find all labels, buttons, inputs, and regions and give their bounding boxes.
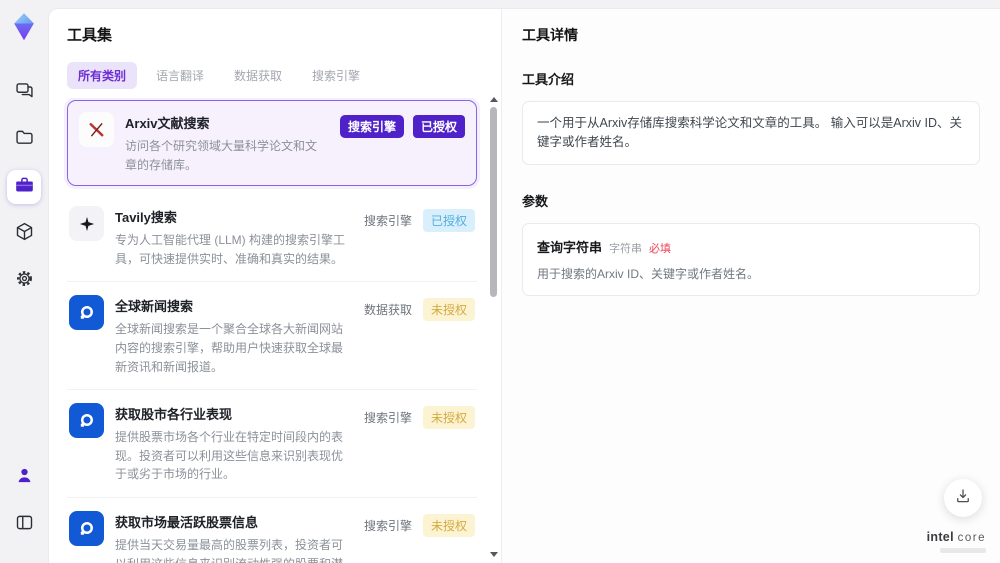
page-title: 工具集: [67, 27, 113, 44]
main-surface: 工具集 所有类别 语言翻译 数据获取 搜索引擎 Arxiv文献搜索 访问各个研究…: [48, 8, 1000, 563]
detail-title: 工具详情: [522, 27, 578, 43]
tavily-star-icon: [69, 206, 104, 242]
scroll-up-arrow[interactable]: [490, 97, 498, 102]
param-description: 用于搜索的Arxiv ID、关键字或作者姓名。: [537, 266, 760, 281]
scroll-down-arrow[interactable]: [490, 552, 498, 557]
brand-core: core: [957, 532, 986, 544]
parameter-item: 查询字符串 字符串 必填 用于搜索的Arxiv ID、关键字或作者姓名。: [522, 222, 980, 296]
intel-core-logo: intel core: [927, 528, 986, 553]
tool-detail-panel: 工具详情 工具介绍 一个用于从Arxiv存储库搜索科学论文和文章的工具。 输入可…: [502, 9, 1000, 563]
scrollbar-thumb[interactable]: [490, 107, 497, 297]
tool-name: Arxiv文献搜索: [125, 116, 210, 131]
active-stocks-icon: [69, 510, 104, 546]
category-tabs: 所有类别 语言翻译 数据获取 搜索引擎: [67, 62, 483, 89]
status-badge: 已授权: [422, 209, 475, 233]
gear-icon: [14, 268, 35, 294]
params-heading: 参数: [522, 193, 549, 209]
tab-language-translation[interactable]: 语言翻译: [145, 62, 215, 89]
app-window: 工具集 所有类别 语言翻译 数据获取 搜索引擎 Arxiv文献搜索 访问各个研究…: [0, 0, 1000, 563]
tab-all-categories[interactable]: 所有类别: [67, 62, 138, 89]
global-news-icon: [69, 295, 104, 331]
tool-description: 专为人工智能代理 (LLM) 构建的搜索引擎工具，可快速提供实时、准确和真实的结…: [115, 233, 346, 266]
status-badge: 未授权: [422, 406, 475, 430]
toolbox-icon: [14, 174, 35, 200]
nav-files[interactable]: [7, 123, 41, 157]
tool-card-global-news[interactable]: 全球新闻搜索 全球新闻搜索是一个聚合全球各大新闻网站内容的搜索引擎，帮助用户快速…: [67, 282, 477, 391]
tool-name: 获取市场最活跃股票信息: [115, 514, 259, 530]
app-logo-icon: [9, 12, 39, 42]
status-badge: 未授权: [422, 298, 475, 322]
nav-toolbox[interactable]: [7, 170, 41, 204]
category-badge: 搜索引擎: [363, 518, 412, 533]
status-badge: 已授权: [412, 115, 465, 138]
stock-sector-icon: [69, 403, 104, 439]
user-icon: [14, 465, 35, 491]
cube-icon: [14, 221, 35, 247]
nav-user[interactable]: [7, 461, 41, 495]
download-button[interactable]: [944, 479, 982, 517]
tool-description: 全球新闻搜索是一个聚合全球各大新闻网站内容的搜索引擎，帮助用户快速获取全球最新资…: [115, 322, 344, 374]
list-scrollbar[interactable]: [489, 97, 498, 557]
tool-description: 提供股票市场各个行业在特定时间段内的表现。投资者可以利用这些信息来识别表现优于或…: [115, 430, 344, 482]
tab-data-acquisition[interactable]: 数据获取: [223, 62, 293, 89]
category-badge: 搜索引擎: [363, 214, 412, 229]
tool-card-stock-sector[interactable]: 获取股市各行业表现 提供股票市场各个行业在特定时间段内的表现。投资者可以利用这些…: [67, 390, 477, 498]
panel-toggle-icon: [14, 512, 35, 538]
tool-card-tavily[interactable]: Tavily搜索 专为人工智能代理 (LLM) 构建的搜索引擎工具，可快速提供实…: [67, 193, 477, 283]
intro-heading: 工具介绍: [522, 72, 575, 87]
tool-card-active-stocks[interactable]: 获取市场最活跃股票信息 提供当天交易量最高的股票列表，投资者可以利用这些信息来识…: [67, 498, 477, 563]
tool-card-arxiv[interactable]: Arxiv文献搜索 访问各个研究领域大量科学论文和文章的存储库。 搜索引擎 已授…: [67, 100, 477, 187]
tool-description: 访问各个研究领域大量科学论文和文章的存储库。: [125, 139, 318, 172]
param-required-label: 必填: [649, 242, 672, 255]
download-icon: [954, 487, 972, 510]
tool-name: Tavily搜索: [115, 210, 177, 226]
chat-icon: [14, 80, 35, 106]
brand-sub-bar: [940, 548, 986, 553]
param-type: 字符串: [609, 242, 643, 255]
category-badge: 搜索引擎: [339, 115, 404, 138]
brand-intel: intel: [926, 530, 954, 544]
left-rail: [0, 0, 48, 563]
folder-icon: [14, 127, 35, 153]
tool-name: 获取股市各行业表现: [115, 407, 233, 423]
nav-settings[interactable]: [7, 264, 41, 298]
category-badge: 数据获取: [363, 303, 412, 318]
param-name: 查询字符串: [537, 239, 603, 255]
intro-text: 一个用于从Arxiv存储库搜索科学论文和文章的工具。 输入可以是Arxiv ID…: [522, 101, 980, 165]
tool-name: 全球新闻搜索: [115, 299, 194, 315]
tab-search-engine[interactable]: 搜索引擎: [301, 62, 371, 89]
tool-description: 提供当天交易量最高的股票列表，投资者可以利用这些信息来识别流动性强的股票和潜在的…: [115, 537, 344, 563]
category-badge: 搜索引擎: [363, 411, 412, 426]
tool-list-panel: 工具集 所有类别 语言翻译 数据获取 搜索引擎 Arxiv文献搜索 访问各个研究…: [49, 9, 502, 563]
nav-packages[interactable]: [7, 217, 41, 251]
tool-list: Arxiv文献搜索 访问各个研究领域大量科学论文和文章的存储库。 搜索引擎 已授…: [49, 98, 501, 563]
status-badge: 未授权: [422, 513, 475, 537]
arxiv-logo-icon: [79, 112, 114, 147]
nav-collapse-panel[interactable]: [7, 508, 41, 542]
nav-chat[interactable]: [7, 76, 41, 110]
